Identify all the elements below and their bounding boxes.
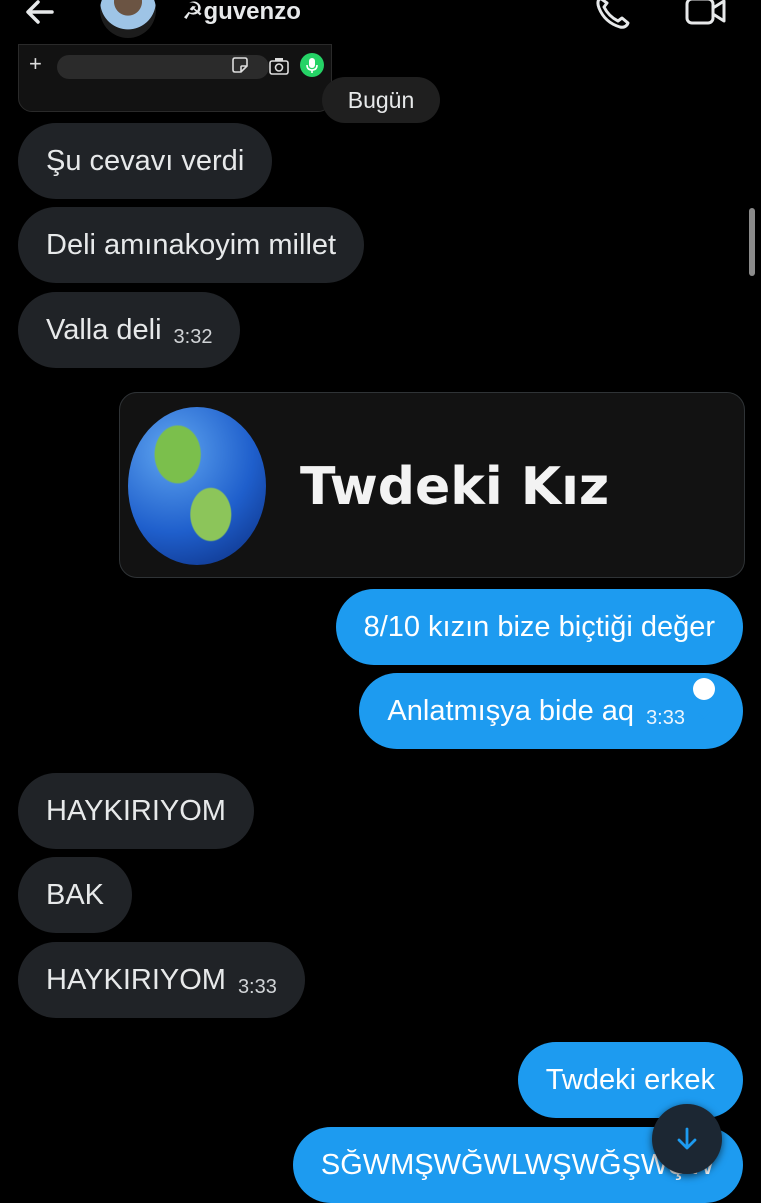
message-text: Twdeki erkek — [545, 1064, 715, 1096]
incoming-message[interactable]: BAK — [18, 857, 133, 933]
plus-icon: + — [29, 51, 42, 76]
sticker-icon — [232, 57, 248, 73]
image-message-thumbnail[interactable]: + — [18, 44, 332, 112]
video-camera-icon[interactable] — [684, 0, 728, 28]
shared-post-card[interactable]: Twdeki Kız — [119, 392, 745, 578]
phone-icon[interactable] — [594, 0, 632, 30]
microphone-icon — [300, 53, 324, 77]
message-text: HAYKIRIYOM — [46, 795, 226, 827]
incoming-message[interactable]: HAYKIRIYOM 3:33 — [18, 942, 305, 1018]
chat-header: ☭guvenzo — [0, 0, 761, 40]
message-text: Anlatmışya bide aq — [387, 695, 635, 727]
message-text: Deli amınakoyim millet — [46, 229, 337, 261]
arrow-down-icon — [677, 1127, 697, 1150]
message-text: BAK — [46, 879, 105, 911]
message-time: 3:33 — [646, 707, 685, 729]
outgoing-message[interactable]: Twdeki erkek — [517, 1042, 743, 1118]
card-title: Twdeki Kız — [300, 457, 610, 517]
date-separator: Bugün — [322, 77, 440, 123]
scroll-to-bottom-button[interactable] — [652, 1104, 722, 1174]
read-receipt-icon — [693, 678, 715, 720]
message-text: 8/10 kızın bize biçtiği değer — [363, 611, 715, 643]
message-time: 3:32 — [173, 326, 213, 348]
message-time: 3:33 — [237, 976, 277, 998]
message-text: HAYKIRIYOM — [46, 964, 226, 996]
username[interactable]: ☭guvenzo — [182, 0, 301, 26]
camera-icon — [269, 58, 289, 75]
message-text: Valla deli — [46, 314, 162, 346]
incoming-message[interactable]: Valla deli 3:32 — [18, 292, 241, 368]
outgoing-message[interactable]: 8/10 kızın bize biçtiği değer — [335, 589, 743, 665]
scrollbar-thumb[interactable] — [749, 208, 755, 276]
message-text: Şu cevavı verdi — [46, 145, 245, 177]
incoming-message[interactable]: HAYKIRIYOM — [18, 773, 254, 849]
arrow-left-icon[interactable] — [22, 0, 58, 30]
incoming-message[interactable]: Deli amınakoyim millet — [18, 207, 365, 283]
outgoing-message[interactable]: Anlatmışya bide aq 3:33 — [359, 673, 743, 749]
globe-americas-icon — [128, 407, 266, 565]
incoming-message[interactable]: Şu cevavı verdi — [18, 123, 273, 199]
avatar[interactable] — [100, 0, 156, 38]
